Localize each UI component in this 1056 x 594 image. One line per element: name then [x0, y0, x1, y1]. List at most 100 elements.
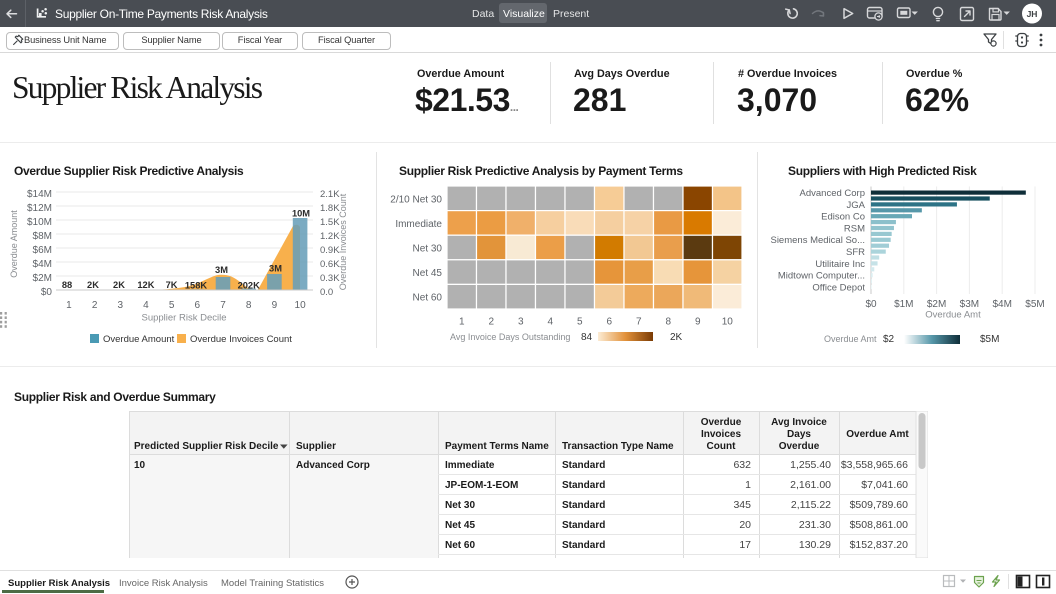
svg-text:Overdue Amt: Overdue Amt — [846, 429, 909, 440]
svg-text:1: 1 — [459, 317, 465, 328]
svg-text:4: 4 — [143, 300, 149, 311]
svg-text:8: 8 — [665, 317, 671, 328]
svg-text:6: 6 — [195, 300, 201, 311]
svg-text:Overdue: Overdue — [701, 417, 742, 428]
svg-text:20: 20 — [739, 519, 751, 531]
svg-text:7: 7 — [636, 317, 642, 328]
svg-text:$0: $0 — [41, 287, 53, 298]
svg-text:SFR: SFR — [846, 247, 865, 258]
svg-text:7K: 7K — [166, 280, 178, 290]
svg-text:88: 88 — [62, 280, 72, 290]
svg-text:Edison Co: Edison Co — [821, 212, 865, 223]
svg-text:$5M: $5M — [980, 334, 999, 345]
svg-text:Overdue: Overdue — [779, 441, 820, 452]
svg-text:$1M: $1M — [894, 299, 913, 310]
svg-text:$2M: $2M — [33, 273, 52, 284]
svg-text:Net 30: Net 30 — [445, 500, 475, 511]
svg-text:$5M: $5M — [1025, 299, 1044, 310]
svg-text:3M: 3M — [215, 265, 228, 275]
svg-text:632: 632 — [733, 459, 751, 471]
svg-text:1: 1 — [745, 479, 751, 491]
svg-text:Standard: Standard — [562, 520, 605, 531]
svg-text:10M: 10M — [292, 209, 310, 219]
svg-text:10: 10 — [134, 460, 146, 471]
svg-text:$508,861.00: $508,861.00 — [850, 519, 909, 531]
svg-text:Invoices: Invoices — [701, 429, 741, 440]
svg-text:Net 45: Net 45 — [445, 520, 475, 531]
svg-text:Supplier Risk Decile: Supplier Risk Decile — [141, 313, 226, 324]
svg-text:$4M: $4M — [992, 299, 1011, 310]
svg-text:Supplier: Supplier — [296, 441, 336, 452]
svg-text:1: 1 — [66, 300, 72, 311]
svg-text:Siemens Medical So...: Siemens Medical So... — [770, 235, 865, 246]
svg-text:$2: $2 — [883, 334, 895, 345]
svg-text:9: 9 — [272, 300, 278, 311]
svg-text:$0: $0 — [865, 299, 877, 310]
svg-text:Avg Invoice: Avg Invoice — [771, 417, 827, 428]
svg-text:Advanced Corp: Advanced Corp — [800, 188, 865, 199]
svg-text:$509,789.60: $509,789.60 — [850, 499, 909, 511]
svg-text:Count: Count — [707, 441, 737, 452]
svg-text:2,161.00: 2,161.00 — [790, 479, 831, 491]
svg-text:Payment Terms Name: Payment Terms Name — [445, 441, 549, 452]
svg-text:$3,558,965.66: $3,558,965.66 — [841, 459, 908, 471]
svg-text:3: 3 — [518, 317, 524, 328]
svg-text:8: 8 — [246, 300, 252, 311]
svg-text:2/10 Net 30: 2/10 Net 30 — [390, 194, 442, 205]
svg-text:Office Depot: Office Depot — [812, 282, 865, 293]
svg-text:5: 5 — [169, 300, 175, 311]
svg-text:Overdue Amt: Overdue Amt — [925, 310, 981, 321]
svg-text:345: 345 — [733, 499, 751, 511]
svg-text:Overdue Invoices Count: Overdue Invoices Count — [338, 193, 348, 290]
svg-text:JGA: JGA — [847, 200, 866, 211]
svg-text:231.30: 231.30 — [799, 519, 831, 531]
svg-text:7: 7 — [220, 300, 226, 311]
svg-text:1,255.40: 1,255.40 — [790, 459, 831, 471]
svg-text:$152,837.20: $152,837.20 — [850, 539, 909, 551]
svg-text:JP-EOM-1-EOM: JP-EOM-1-EOM — [445, 480, 518, 491]
svg-text:Overdue Invoices Count: Overdue Invoices Count — [190, 334, 292, 345]
svg-text:84: 84 — [581, 332, 593, 343]
svg-text:9: 9 — [695, 317, 701, 328]
svg-text:Utilitaire Inc: Utilitaire Inc — [815, 259, 865, 270]
svg-text:12K: 12K — [137, 280, 154, 290]
svg-text:2K: 2K — [113, 280, 125, 290]
svg-text:Standard: Standard — [562, 540, 605, 551]
svg-text:$6M: $6M — [33, 245, 52, 256]
svg-text:Days: Days — [787, 429, 811, 440]
svg-text:Standard: Standard — [562, 460, 605, 471]
svg-text:Overdue Amount: Overdue Amount — [103, 334, 175, 345]
svg-text:Overdue Amt: Overdue Amt — [824, 334, 877, 344]
svg-text:2: 2 — [92, 300, 98, 311]
svg-text:2K: 2K — [87, 280, 99, 290]
svg-text:Net 60: Net 60 — [413, 293, 443, 304]
svg-text:$14M: $14M — [27, 189, 52, 200]
svg-text:$2M: $2M — [927, 299, 946, 310]
svg-text:3: 3 — [118, 300, 124, 311]
svg-text:Avg Invoice Days Outstanding: Avg Invoice Days Outstanding — [450, 332, 570, 342]
svg-text:Overdue Amount: Overdue Amount — [9, 210, 19, 278]
svg-text:Advanced Corp: Advanced Corp — [296, 460, 370, 471]
svg-text:0.0: 0.0 — [320, 287, 333, 298]
svg-text:10: 10 — [722, 317, 734, 328]
svg-text:4: 4 — [547, 317, 553, 328]
svg-text:158K: 158K — [185, 281, 208, 291]
svg-text:3M: 3M — [269, 264, 282, 274]
svg-text:Immediate: Immediate — [445, 460, 495, 471]
svg-text:$3M: $3M — [960, 299, 979, 310]
svg-text:JH: JH — [1027, 9, 1038, 19]
svg-text:Immediate: Immediate — [395, 219, 442, 230]
svg-text:5: 5 — [577, 317, 583, 328]
svg-text:2K: 2K — [670, 332, 683, 343]
svg-text:130.29: 130.29 — [799, 539, 831, 551]
svg-text:2,115.22: 2,115.22 — [791, 499, 831, 511]
svg-text:Transaction Type Name: Transaction Type Name — [562, 441, 674, 452]
svg-text:$8M: $8M — [33, 231, 52, 242]
svg-text:Midtown Computer...: Midtown Computer... — [778, 271, 865, 282]
svg-text:$7,041.60: $7,041.60 — [861, 479, 908, 491]
svg-text:Net 30: Net 30 — [413, 244, 443, 255]
svg-text:$12M: $12M — [27, 203, 52, 214]
svg-text:Standard: Standard — [562, 500, 605, 511]
svg-text:$10M: $10M — [27, 217, 52, 228]
svg-text:6: 6 — [606, 317, 612, 328]
